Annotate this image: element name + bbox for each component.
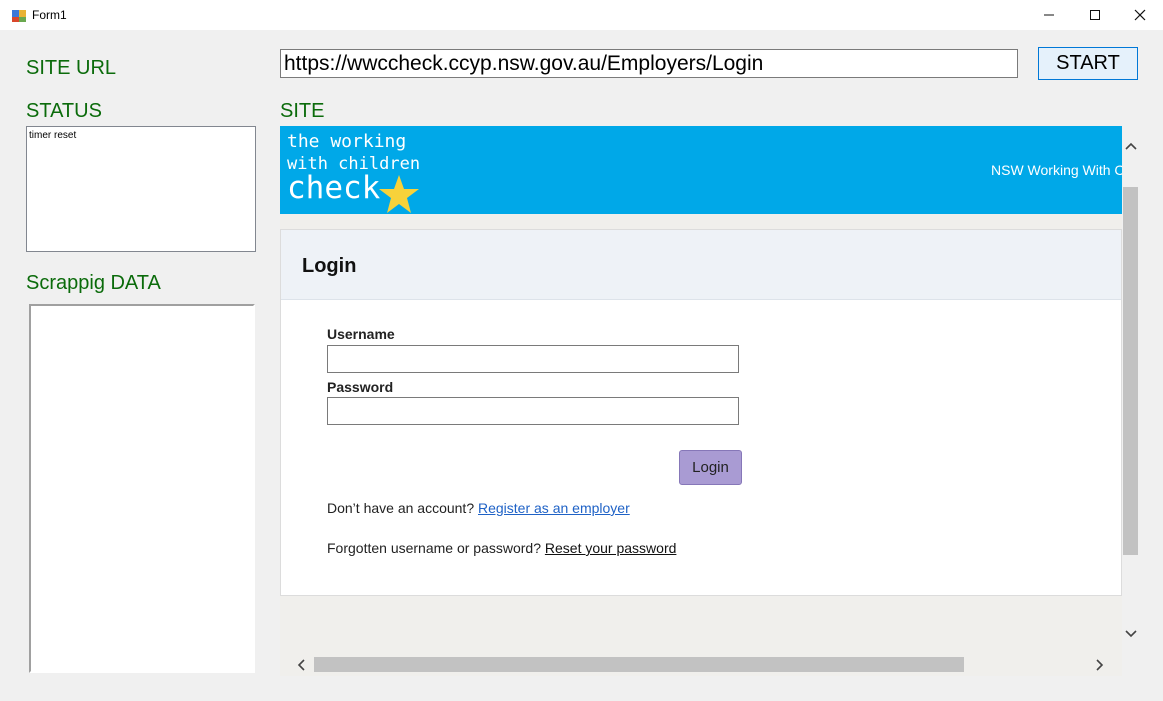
no-account-text: Don’t have an account? bbox=[327, 500, 475, 516]
logo-text-line3: check bbox=[287, 170, 381, 206]
status-log-box[interactable]: timer reset bbox=[26, 126, 256, 252]
login-panel-header: Login bbox=[281, 230, 1121, 300]
close-button[interactable] bbox=[1117, 0, 1163, 30]
site-url-label: SITE URL bbox=[26, 57, 117, 79]
site-label: SITE bbox=[280, 100, 325, 122]
reset-password-link[interactable]: Reset your password bbox=[545, 540, 677, 556]
window-titlebar: Form1 bbox=[0, 0, 1163, 30]
register-link[interactable]: Register as an employer bbox=[478, 500, 630, 516]
site-banner: the working with children check NSW Work… bbox=[280, 126, 1125, 214]
start-button[interactable]: START bbox=[1038, 47, 1138, 80]
status-log-text: timer reset bbox=[29, 130, 77, 141]
horizontal-scroll-thumb[interactable] bbox=[314, 657, 964, 672]
username-label: Username bbox=[327, 326, 395, 342]
app-icon bbox=[12, 10, 26, 22]
reset-line: Forgotten username or password? Reset yo… bbox=[327, 540, 676, 556]
register-line: Don’t have an account? Register as an em… bbox=[327, 500, 630, 516]
maximize-button[interactable] bbox=[1072, 0, 1118, 30]
web-browser-view[interactable]: the working with children check NSW Work… bbox=[280, 126, 1139, 676]
login-button[interactable]: Login bbox=[679, 450, 742, 485]
login-title: Login bbox=[302, 255, 357, 277]
password-label: Password bbox=[327, 379, 394, 395]
username-field[interactable] bbox=[327, 345, 739, 373]
close-icon bbox=[1134, 9, 1146, 21]
password-field[interactable] bbox=[327, 397, 739, 425]
logo-text-line1: the working bbox=[287, 131, 407, 152]
forgot-text: Forgotten username or password? bbox=[327, 540, 541, 556]
scroll-down-icon[interactable] bbox=[1124, 629, 1138, 639]
scroll-up-icon[interactable] bbox=[1124, 141, 1138, 151]
vertical-scroll-thumb[interactable] bbox=[1123, 187, 1138, 555]
scroll-left-icon[interactable] bbox=[296, 658, 306, 672]
url-input[interactable]: https://wwccheck.ccyp.nsw.gov.au/Employe… bbox=[280, 49, 1018, 78]
minimize-button[interactable] bbox=[1026, 0, 1072, 30]
scraping-data-box[interactable] bbox=[29, 304, 255, 673]
window-title: Form1 bbox=[32, 8, 67, 22]
minimize-icon bbox=[1044, 14, 1054, 16]
status-label: STATUS bbox=[26, 100, 102, 122]
scroll-right-icon[interactable] bbox=[1095, 658, 1105, 672]
star-icon bbox=[379, 175, 419, 213]
login-panel: Login Username Password Login Don’t have… bbox=[280, 229, 1122, 596]
scraping-data-label: Scrappig DATA bbox=[26, 272, 161, 294]
maximize-icon bbox=[1090, 10, 1100, 20]
banner-site-name: NSW Working With C bbox=[991, 162, 1125, 178]
